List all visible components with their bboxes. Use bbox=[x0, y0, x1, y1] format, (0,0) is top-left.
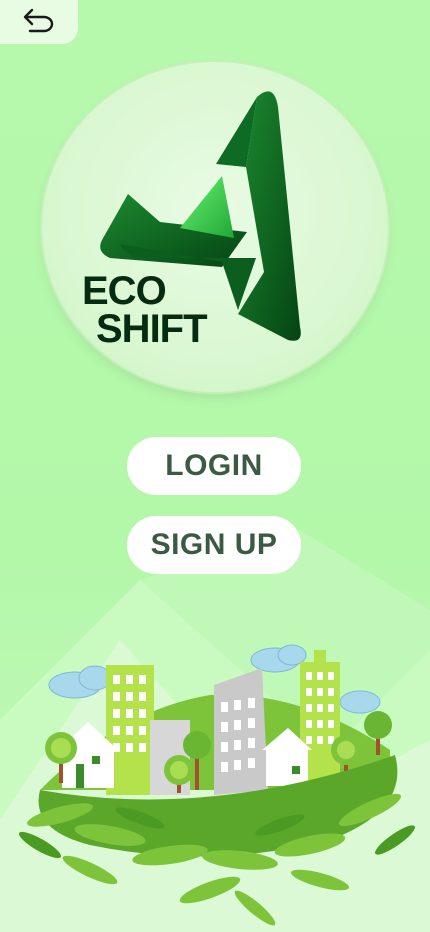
login-button[interactable]: LOGIN bbox=[127, 437, 301, 495]
brand-wordmark: ECO SHIFT bbox=[80, 269, 208, 351]
back-button[interactable] bbox=[0, 0, 78, 44]
green-city-illustration bbox=[19, 644, 415, 926]
undo-arrow-icon bbox=[20, 7, 56, 38]
brand-line-1: ECO bbox=[82, 269, 167, 313]
signup-button[interactable]: SIGN UP bbox=[127, 516, 301, 574]
brand-line-2: SHIFT bbox=[96, 307, 208, 351]
